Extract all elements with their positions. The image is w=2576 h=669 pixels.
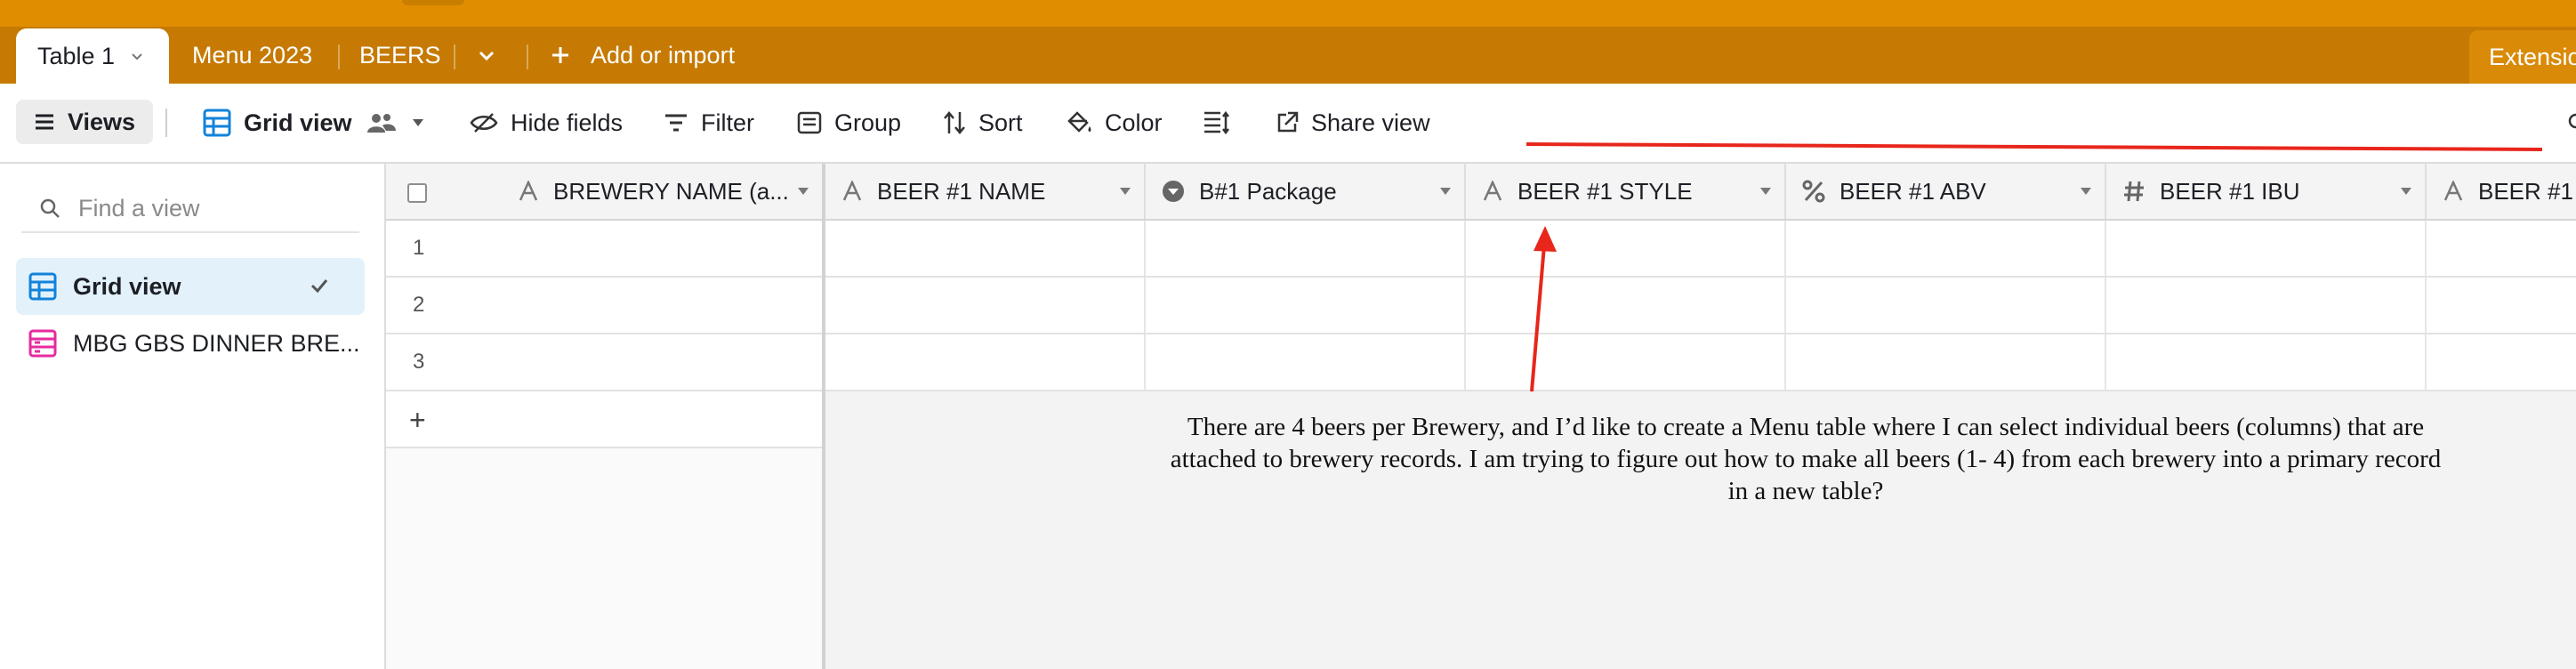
annotation-arrowhead [1534, 226, 1557, 252]
annotation-text: There are 4 beers per Brewery, and I’d l… [1170, 413, 2442, 505]
annotation-underline [1525, 142, 2543, 151]
annotation-arrow-shaft [1530, 245, 1546, 392]
annotation-overlay [1525, 142, 2543, 392]
